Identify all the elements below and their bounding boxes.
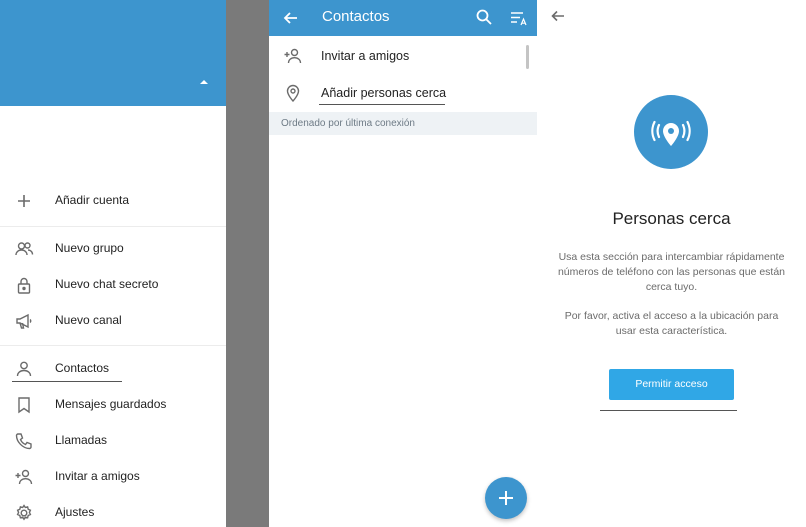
scrollbar-thumb[interactable]	[526, 45, 529, 69]
selected-row-underline	[319, 104, 445, 105]
back-arrow-icon[interactable]	[281, 8, 301, 28]
divider	[0, 226, 226, 227]
menu-item-saved-messages[interactable]: Mensajes guardados	[0, 387, 226, 423]
account-toggle-caret-icon[interactable]	[200, 80, 208, 84]
location-pin-icon	[283, 83, 303, 103]
menu-item-new-channel[interactable]: Nuevo canal	[0, 303, 226, 339]
menu-item-label: Mensajes guardados	[55, 397, 167, 411]
people-nearby-screen: Personas cerca Usa esta sección para int…	[537, 0, 806, 527]
menu-item-label: Añadir cuenta	[55, 193, 130, 207]
row-label: Invitar a amigos	[321, 49, 410, 63]
add-person-icon	[14, 467, 34, 487]
sort-section-header: Ordenado por última conexión	[269, 112, 537, 135]
section-header-label: Ordenado por última conexión	[281, 118, 415, 129]
new-contact-fab[interactable]	[485, 477, 527, 519]
description-text: Usa esta sección para intercambiar rápid…	[557, 251, 786, 293]
row-label: Añadir personas cerca	[321, 86, 447, 100]
menu-item-new-group[interactable]: Nuevo grupo	[0, 231, 226, 267]
invite-friends-row[interactable]: Invitar a amigos	[269, 38, 537, 74]
menu-item-label: Contactos	[55, 361, 110, 375]
back-arrow-icon[interactable]	[549, 7, 567, 25]
navigation-drawer: Añadir cuenta Nuevo grupo Nuevo chat sec…	[0, 0, 226, 527]
contacts-screen: Contactos Invitar a amigos Añadir person…	[269, 0, 537, 527]
gear-icon	[14, 503, 34, 523]
drawer-header	[0, 0, 226, 106]
menu-item-label: Nuevo canal	[55, 313, 122, 327]
sort-icon[interactable]	[509, 8, 529, 28]
allow-access-button[interactable]: Permitir acceso	[609, 369, 734, 400]
page-title: Personas cerca	[612, 209, 731, 228]
page-title: Contactos	[322, 8, 390, 25]
location-signal-icon	[644, 105, 698, 159]
divider	[0, 345, 226, 346]
menu-item-add-account[interactable]: Añadir cuenta	[0, 183, 226, 219]
plus-icon	[496, 488, 516, 508]
megaphone-icon	[14, 311, 34, 331]
phone-icon	[14, 431, 34, 451]
button-underline	[600, 410, 737, 411]
plus-icon	[14, 191, 34, 211]
selected-item-underline	[12, 381, 122, 382]
menu-item-label: Invitar a amigos	[55, 469, 140, 483]
menu-item-settings[interactable]: Ajustes	[0, 495, 226, 527]
bookmark-icon	[14, 395, 34, 415]
menu-item-calls[interactable]: Llamadas	[0, 423, 226, 459]
location-badge	[634, 95, 708, 169]
lock-icon	[14, 275, 34, 295]
drawer-scrim[interactable]	[226, 0, 269, 527]
menu-item-label: Llamadas	[55, 433, 108, 447]
add-person-icon	[283, 46, 303, 66]
menu-item-label: Ajustes	[55, 505, 95, 519]
search-icon[interactable]	[474, 7, 494, 27]
person-icon	[14, 359, 34, 379]
menu-item-invite-friends[interactable]: Invitar a amigos	[0, 459, 226, 495]
permission-note-text: Por favor, activa el acceso a la ubicaci…	[564, 310, 779, 337]
contacts-app-bar: Contactos	[269, 0, 537, 36]
menu-item-label: Nuevo chat secreto	[55, 277, 159, 291]
group-icon	[14, 239, 34, 259]
menu-item-new-secret-chat[interactable]: Nuevo chat secreto	[0, 267, 226, 303]
add-people-nearby-row[interactable]: Añadir personas cerca	[269, 75, 537, 111]
menu-item-label: Nuevo grupo	[55, 241, 124, 255]
